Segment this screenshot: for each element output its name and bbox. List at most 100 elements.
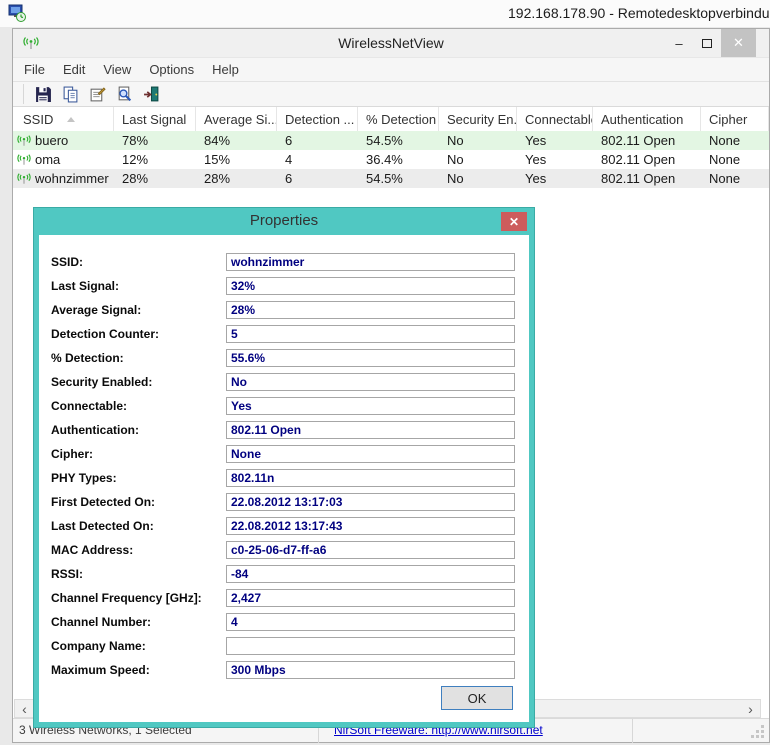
field-label: Connectable: xyxy=(51,399,128,413)
properties-dialog: Properties ✕ SSID: wohnzimmer Last Signa… xyxy=(33,207,535,728)
find-button[interactable] xyxy=(114,84,134,104)
dialog-field-row: Cipher: None xyxy=(39,444,529,468)
column-header-detection-counter[interactable]: Detection ... xyxy=(277,107,358,131)
field-label: Last Signal: xyxy=(51,279,120,293)
table-cell: 12% xyxy=(122,152,149,167)
table-cell: None xyxy=(709,171,741,186)
field-label: SSID: xyxy=(51,255,84,269)
dialog-close-button[interactable]: ✕ xyxy=(501,212,527,231)
dialog-field-row: PHY Types: 802.11n xyxy=(39,468,529,492)
table-row-selected[interactable]: wohnzimmer 28% 28% 6 54.5% No Yes 802.11… xyxy=(13,169,769,188)
table-cell: 15% xyxy=(204,152,231,167)
dialog-body: SSID: wohnzimmer Last Signal: 32% Averag… xyxy=(39,235,529,722)
wifi-antenna-icon xyxy=(17,135,31,146)
field-value-input[interactable]: 4 xyxy=(226,613,515,631)
field-value-input[interactable]: wohnzimmer xyxy=(226,253,515,271)
ok-button[interactable]: OK xyxy=(441,686,513,710)
field-value-input[interactable]: 22.08.2012 13:17:43 xyxy=(226,517,515,535)
menu-item[interactable]: View xyxy=(94,58,140,81)
field-label: Average Signal: xyxy=(51,303,142,317)
table-cell: 54.5% xyxy=(366,171,403,186)
dialog-field-row: % Detection: 55.6% xyxy=(39,348,529,372)
column-header-cipher[interactable]: Cipher xyxy=(701,107,769,131)
field-value-input[interactable]: 300 Mbps xyxy=(226,661,515,679)
field-value-input[interactable]: c0-25-06-d7-ff-a6 xyxy=(226,541,515,559)
dialog-field-row: First Detected On: 22.08.2012 13:17:03 xyxy=(39,492,529,516)
table-cell-ssid: buero xyxy=(13,131,114,150)
field-value-input[interactable]: 28% xyxy=(226,301,515,319)
properties-button[interactable] xyxy=(87,84,107,104)
field-label: Channel Frequency [GHz]: xyxy=(51,591,202,605)
field-value-input[interactable]: 802.11n xyxy=(226,469,515,487)
field-value-input[interactable]: 22.08.2012 13:17:03 xyxy=(226,493,515,511)
table-cell: Yes xyxy=(525,152,547,167)
dialog-field-row: Last Signal: 32% xyxy=(39,276,529,300)
save-button[interactable] xyxy=(33,84,53,104)
field-value-input[interactable]: 32% xyxy=(226,277,515,295)
table-cell: Yes xyxy=(525,133,547,148)
copy-button[interactable] xyxy=(60,84,80,104)
scroll-right-icon[interactable]: › xyxy=(742,700,759,717)
maximize-button[interactable] xyxy=(693,29,721,57)
field-label: PHY Types: xyxy=(51,471,117,485)
resize-grip-icon[interactable] xyxy=(761,735,764,738)
table-cell: None xyxy=(709,152,741,167)
menu-item[interactable]: File xyxy=(15,58,54,81)
table-cell: 4 xyxy=(285,152,293,167)
table-header: SSID Last Signal Average Si... Detection… xyxy=(13,107,769,131)
field-value-input[interactable]: None xyxy=(226,445,515,463)
dialog-field-row: Detection Counter: 5 xyxy=(39,324,529,348)
dialog-title: Properties xyxy=(249,212,319,229)
field-label: Channel Number: xyxy=(51,615,152,629)
table-cell: 78% xyxy=(122,133,149,148)
minimize-button[interactable]: – xyxy=(665,29,693,57)
field-value-input[interactable]: -84 xyxy=(226,565,515,583)
column-header-average-signal[interactable]: Average Si... xyxy=(196,107,277,131)
close-button[interactable]: ✕ xyxy=(721,29,756,57)
field-value-input[interactable]: 55.6% xyxy=(226,349,515,367)
table-cell: 6 xyxy=(285,171,293,186)
field-label: Last Detected On: xyxy=(51,519,154,533)
table-cell: 84% xyxy=(204,133,231,148)
screen: 192.168.178.90 - Remotedesktopverbindu W… xyxy=(0,0,770,745)
column-header-security-enabled[interactable]: Security En... xyxy=(439,107,517,131)
table-cell: None xyxy=(709,133,741,148)
dialog-field-row: SSID: wohnzimmer xyxy=(39,252,529,276)
exit-button[interactable] xyxy=(141,84,161,104)
table-row[interactable]: buero 78% 84% 6 54.5% No Yes 802.11 Open… xyxy=(13,131,769,150)
field-value-input[interactable]: 802.11 Open xyxy=(226,421,515,439)
field-value-input[interactable]: Yes xyxy=(226,397,515,415)
field-value-input[interactable]: No xyxy=(226,373,515,391)
dialog-field-row: Company Name: xyxy=(39,636,529,660)
dialog-field-row: Channel Frequency [GHz]: 2,427 xyxy=(39,588,529,612)
table-cell: 802.11 Open xyxy=(601,171,676,186)
menu-item[interactable]: Edit xyxy=(54,58,94,81)
table-cell: 802.11 Open xyxy=(601,133,676,148)
column-header-connectable[interactable]: Connectable xyxy=(517,107,593,131)
dialog-field-row: Authentication: 802.11 Open xyxy=(39,420,529,444)
table-cell-ssid: oma xyxy=(13,150,114,169)
table-row[interactable]: oma 12% 15% 4 36.4% No Yes 802.11 Open N… xyxy=(13,150,769,169)
field-value-input[interactable]: 5 xyxy=(226,325,515,343)
scroll-left-icon[interactable]: ‹ xyxy=(16,700,33,717)
table-cell: No xyxy=(447,133,464,148)
dialog-field-row: Security Enabled: No xyxy=(39,372,529,396)
menu-item[interactable]: Help xyxy=(203,58,248,81)
table-cell: 28% xyxy=(204,171,231,186)
exit-icon xyxy=(143,86,158,101)
field-value-input[interactable] xyxy=(226,637,515,655)
sort-ascending-icon xyxy=(67,116,76,122)
column-header-authentication[interactable]: Authentication xyxy=(593,107,701,131)
maximize-icon xyxy=(702,38,712,48)
column-header-percent-detection[interactable]: % Detection xyxy=(358,107,439,131)
column-header-last-signal[interactable]: Last Signal xyxy=(114,107,196,131)
field-value-input[interactable]: 2,427 xyxy=(226,589,515,607)
dialog-field-row: Connectable: Yes xyxy=(39,396,529,420)
properties-icon xyxy=(90,86,106,101)
copy-icon xyxy=(63,86,77,102)
field-label: Cipher: xyxy=(51,447,93,461)
column-header-ssid[interactable]: SSID xyxy=(13,107,114,131)
table-cell-ssid: wohnzimmer xyxy=(13,169,114,188)
field-label: Maximum Speed: xyxy=(51,663,150,677)
menu-item[interactable]: Options xyxy=(140,58,203,81)
